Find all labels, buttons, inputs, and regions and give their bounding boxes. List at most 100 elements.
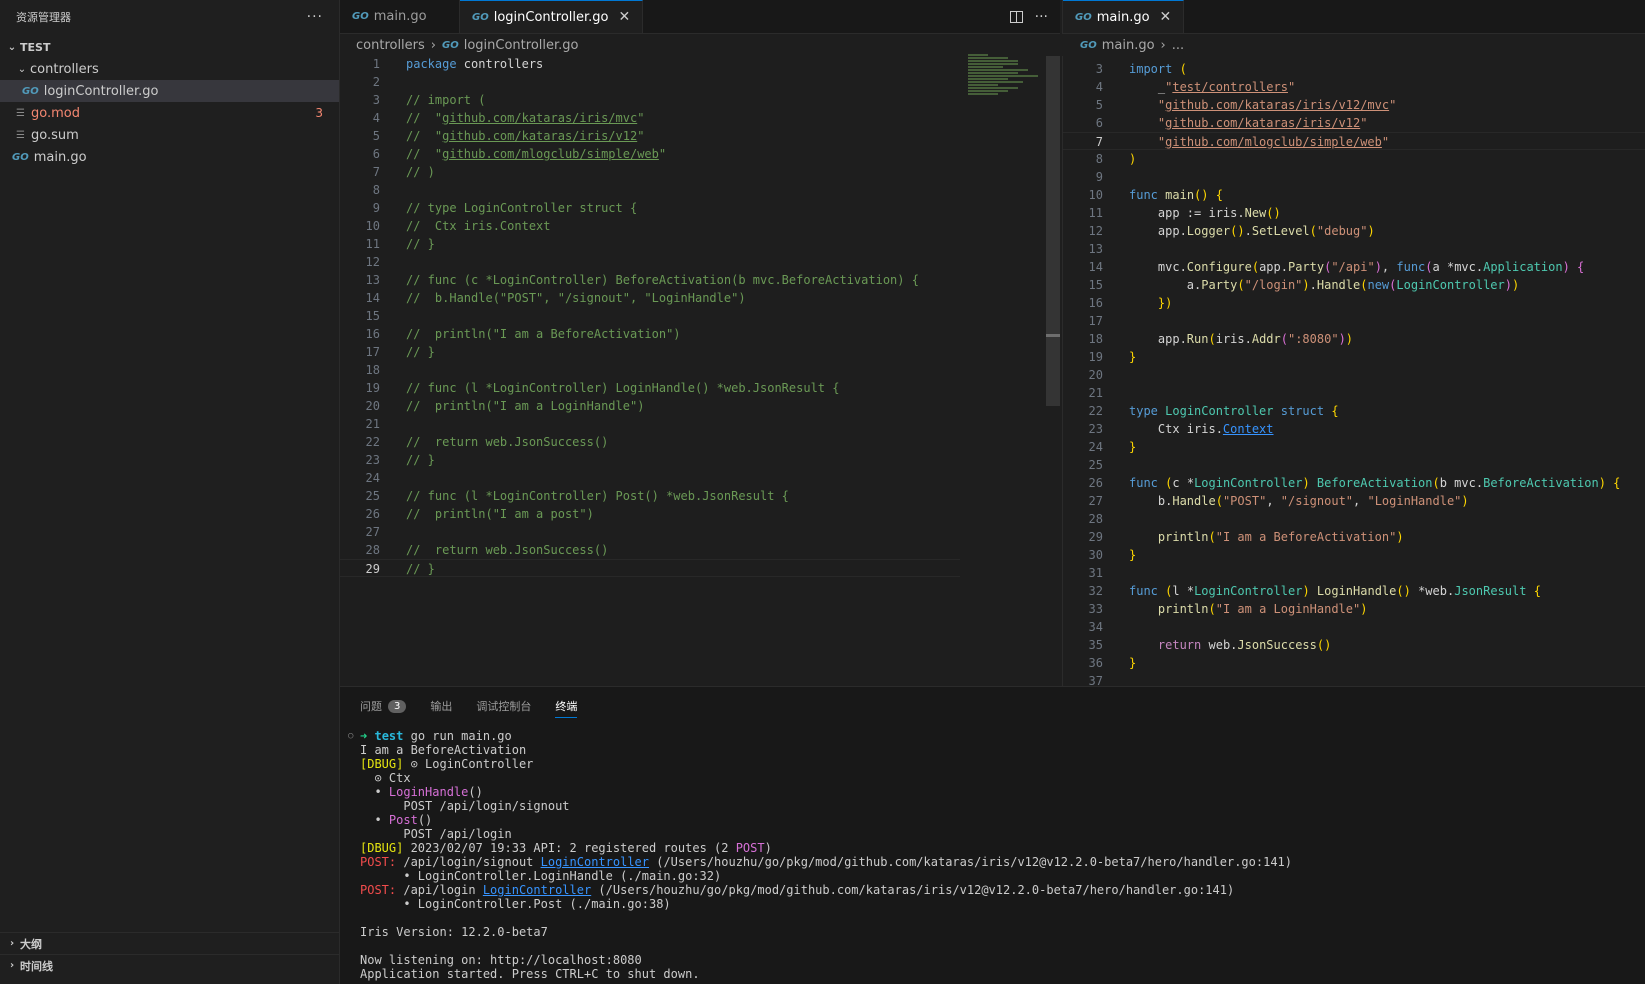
left-code-line[interactable]: 4 // "github.com/kataras/iris/mvc" (340, 109, 960, 127)
more-actions-icon[interactable]: ··· (1035, 9, 1048, 25)
tab-logincontroller-go[interactable]: GO loginController.go ✕ (460, 0, 644, 33)
right-code-line[interactable]: 12 app.Logger().SetLevel("debug") (1063, 222, 1645, 240)
left-code-line[interactable]: 20 // println("I am a LoginHandle") (340, 397, 960, 415)
left-code-line[interactable]: 28 // return web.JsonSuccess() (340, 541, 960, 559)
left-code-line[interactable]: 11 // } (340, 235, 960, 253)
breadcrumb-file[interactable]: main.go (1102, 38, 1155, 53)
left-code-line[interactable]: 9 // type LoginController struct { (340, 199, 960, 217)
right-code-line[interactable]: 9 (1063, 168, 1645, 186)
left-code-line[interactable]: 25 // func (l *LoginController) Post() *w… (340, 487, 960, 505)
tree-item-maingo[interactable]: GO main.go (0, 146, 339, 168)
terminal-output[interactable]: ○ ➜ test go run main.go I am a BeforeAct… (348, 729, 1292, 981)
line-number: 3 (1095, 62, 1103, 76)
command-status-icon[interactable]: ○ (348, 729, 360, 743)
left-code-line[interactable]: 21 (340, 415, 960, 433)
right-code-line[interactable]: 22 type LoginController struct { (1063, 402, 1645, 420)
left-code-line[interactable]: 17 // } (340, 343, 960, 361)
left-code-line[interactable]: 3 // import ( (340, 91, 960, 109)
split-editor-icon[interactable] (1009, 10, 1023, 23)
left-code-line[interactable]: 8 (340, 181, 960, 199)
right-code-line[interactable]: 8) (1063, 150, 1645, 168)
right-code-line[interactable]: 19} (1063, 348, 1645, 366)
tab-problems[interactable]: 问题 3 (360, 694, 407, 718)
right-code-line[interactable]: 35 return web.JsonSuccess() (1063, 636, 1645, 654)
left-code-line[interactable]: 7 // ) (340, 163, 960, 181)
close-icon[interactable]: ✕ (1160, 9, 1172, 25)
left-code-line[interactable]: 27 (340, 523, 960, 541)
left-code-line[interactable]: 16 // println("I am a BeforeActivation") (340, 325, 960, 343)
go-file-icon: GO (472, 11, 489, 23)
right-code-line[interactable]: 20 (1063, 366, 1645, 384)
tab-output[interactable]: 输出 (430, 694, 452, 718)
minimap[interactable] (968, 54, 1048, 114)
right-code-line[interactable]: 7 "github.com/mlogclub/simple/web" (1063, 132, 1645, 150)
left-code-line[interactable]: 24 (340, 469, 960, 487)
left-code-line[interactable]: 12 (340, 253, 960, 271)
outline-section[interactable]: › 大纲 (0, 932, 340, 954)
right-code-line[interactable]: 15 a.Party("/login").Handle(new(LoginCon… (1063, 276, 1645, 294)
right-code-line[interactable]: 28 (1063, 510, 1645, 528)
left-code-line[interactable]: 5 // "github.com/kataras/iris/v12" (340, 127, 960, 145)
tree-item-gosum[interactable]: ☰ go.sum (0, 124, 339, 146)
left-code-line[interactable]: 10 // Ctx iris.Context (340, 217, 960, 235)
right-code-line[interactable]: 34 (1063, 618, 1645, 636)
right-code-line[interactable]: 23 Ctx iris.Context (1063, 420, 1645, 438)
right-code-line[interactable]: 29 println("I am a BeforeActivation") (1063, 528, 1645, 546)
line-text (1103, 510, 1129, 528)
left-code-line[interactable]: 26 // println("I am a post") (340, 505, 960, 523)
right-code-line[interactable]: 4 _"test/controllers" (1063, 78, 1645, 96)
line-text: app.Logger().SetLevel("debug") (1129, 224, 1375, 238)
right-code-line[interactable]: 18 app.Run(iris.Addr(":8080")) (1063, 330, 1645, 348)
more-actions-icon[interactable]: ··· (307, 9, 323, 25)
right-code-line[interactable]: 10 func main() { (1063, 186, 1645, 204)
tree-item-controllers[interactable]: ⌄ controllers (0, 58, 339, 80)
tree-item-logincontroller[interactable]: GO loginController.go (0, 80, 339, 102)
left-code-line[interactable]: 15 (340, 307, 960, 325)
tab-main-go-right[interactable]: GO main.go ✕ (1063, 0, 1185, 33)
right-code-line[interactable]: 21 (1063, 384, 1645, 402)
tab-terminal[interactable]: 终端 (555, 694, 578, 718)
right-code-line[interactable]: 24} (1063, 438, 1645, 456)
right-code-line[interactable]: 13 (1063, 240, 1645, 258)
left-code-line[interactable]: 14 // b.Handle("POST", "/signout", "Login… (340, 289, 960, 307)
right-code-line[interactable]: 33 println("I am a LoginHandle") (1063, 600, 1645, 618)
right-code-line[interactable]: 37 (1063, 672, 1645, 686)
breadcrumb-file[interactable]: loginController.go (464, 38, 579, 53)
left-code-line[interactable]: 2 (340, 73, 960, 91)
right-code-line[interactable]: 26 func (c *LoginController) BeforeActiva… (1063, 474, 1645, 492)
line-text: "github.com/kataras/iris/v12" (1157, 116, 1368, 130)
right-code-line[interactable]: 36} (1063, 654, 1645, 672)
right-code-line[interactable]: 17 (1063, 312, 1645, 330)
tab-debug-console[interactable]: 调试控制台 (476, 694, 531, 718)
left-code-line[interactable]: 23 // } (340, 451, 960, 469)
left-code-area[interactable]: 1 package controllers 2 3// import (4// "gi… (340, 55, 960, 577)
left-code-line[interactable]: 29 // } (340, 559, 960, 577)
right-code-area[interactable]: 3 import (4 _"test/controllers" 5 "github.… (1063, 60, 1645, 686)
breadcrumb-symbol[interactable]: ... (1172, 38, 1184, 53)
left-editor-scrollbar[interactable] (1046, 56, 1060, 406)
right-code-line[interactable]: 11 app := iris.New() (1063, 204, 1645, 222)
right-code-line[interactable]: 31 (1063, 564, 1645, 582)
tree-item-gomod[interactable]: ☰ go.mod 3 (0, 102, 339, 124)
left-code-line[interactable]: 1 package controllers (340, 55, 960, 73)
right-code-line[interactable]: 32 func (l *LoginController) LoginHandle(… (1063, 582, 1645, 600)
left-code-line[interactable]: 13 // func (c *LoginController) BeforeAct… (340, 271, 960, 289)
tab-main-go[interactable]: GO main.go (340, 0, 460, 33)
close-icon[interactable]: ✕ (618, 9, 630, 25)
left-code-line[interactable]: 19 // func (l *LoginController) LoginHand… (340, 379, 960, 397)
timeline-section[interactable]: › 时间线 (0, 954, 340, 976)
right-code-line[interactable]: 25 (1063, 456, 1645, 474)
right-code-line[interactable]: 6 "github.com/kataras/iris/v12" (1063, 114, 1645, 132)
right-code-line[interactable]: 30} (1063, 546, 1645, 564)
right-code-line[interactable]: 27 b.Handle("POST", "/signout", "LoginHa… (1063, 492, 1645, 510)
line-text (380, 361, 406, 379)
left-code-line[interactable]: 18 (340, 361, 960, 379)
right-code-line[interactable]: 14 mvc.Configure(app.Party("/api"), func… (1063, 258, 1645, 276)
right-code-line[interactable]: 16 }) (1063, 294, 1645, 312)
left-code-line[interactable]: 22 // return web.JsonSuccess() (340, 433, 960, 451)
right-code-line[interactable]: 5 "github.com/kataras/iris/v12/mvc" (1063, 96, 1645, 114)
right-code-line[interactable]: 3 import ( (1063, 60, 1645, 78)
left-code-line[interactable]: 6 // "github.com/mlogclub/simple/web" (340, 145, 960, 163)
workspace-root[interactable]: ⌄ TEST (0, 36, 339, 58)
breadcrumb-folder[interactable]: controllers (356, 38, 425, 53)
